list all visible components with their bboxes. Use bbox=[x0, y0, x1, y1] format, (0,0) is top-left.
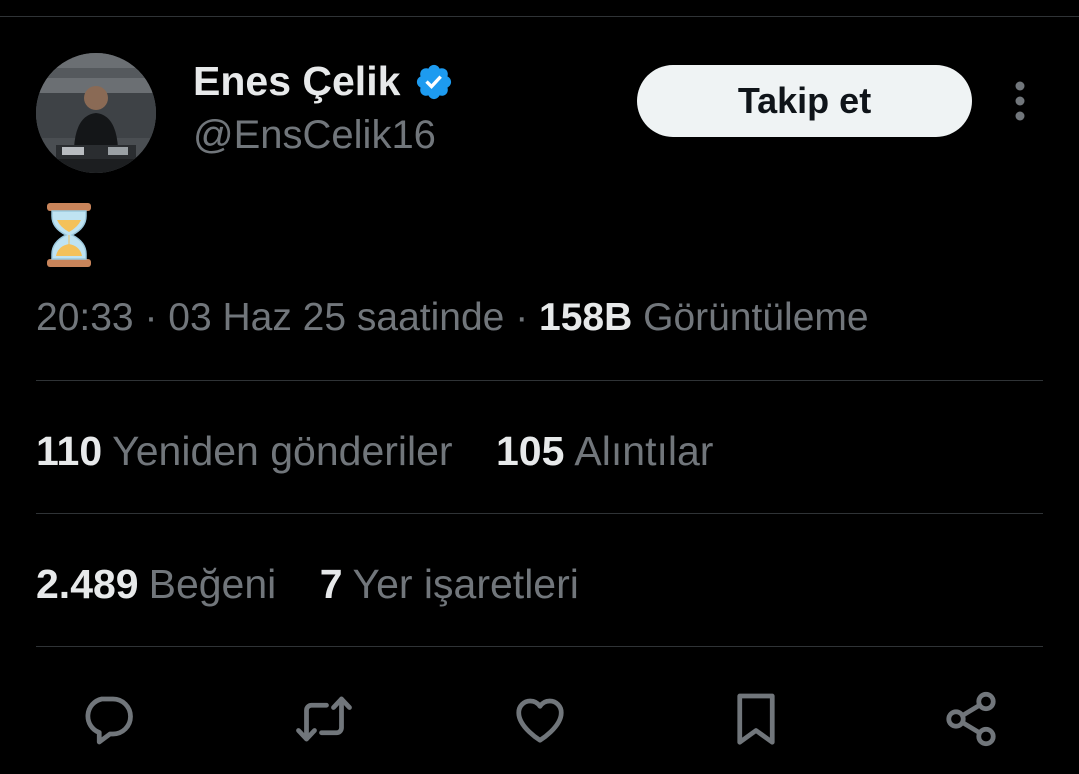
meta-separator: · bbox=[133, 296, 169, 339]
likes-label: Beğeni bbox=[148, 561, 277, 607]
quotes-label: Alıntılar bbox=[574, 428, 714, 474]
stats-row-likes: 2.489 Beğeni 7 Yer işaretleri bbox=[36, 561, 611, 608]
like-icon bbox=[516, 698, 564, 743]
avatar-image bbox=[36, 53, 156, 173]
stats-row-reposts: 110 Yeniden gönderiler 105 Alıntılar bbox=[36, 428, 745, 475]
top-divider bbox=[0, 16, 1079, 17]
quotes-count: 105 bbox=[496, 428, 565, 474]
like-button[interactable] bbox=[510, 689, 570, 749]
reposts-count: 110 bbox=[36, 428, 103, 474]
bookmark-button[interactable] bbox=[726, 689, 786, 749]
reposts-label: Yeniden gönderiler bbox=[112, 428, 453, 474]
hourglass-emoji-icon bbox=[47, 203, 91, 267]
tweet-text bbox=[44, 202, 94, 268]
reposts-stat[interactable]: 110 Yeniden gönderiler bbox=[36, 428, 453, 475]
tweet-date[interactable]: 03 Haz 25 saatinde bbox=[168, 296, 504, 339]
retweet-button[interactable] bbox=[294, 689, 354, 749]
tweet-meta: 20:33 · 03 Haz 25 saatinde · 158B Görünt… bbox=[36, 296, 869, 340]
retweet-icon bbox=[296, 696, 352, 742]
more-options-icon[interactable] bbox=[1004, 80, 1036, 122]
divider bbox=[36, 380, 1043, 381]
likes-count: 2.489 bbox=[36, 561, 139, 607]
verified-badge-icon bbox=[417, 64, 452, 99]
bookmarks-stat[interactable]: 7 Yer işaretleri bbox=[320, 561, 579, 608]
tweet-time[interactable]: 20:33 bbox=[36, 296, 134, 339]
bookmarks-label: Yer işaretleri bbox=[352, 561, 579, 607]
author-name: Enes Çelik bbox=[193, 58, 401, 104]
follow-button[interactable]: Takip et bbox=[637, 65, 972, 137]
share-icon bbox=[946, 691, 996, 747]
divider bbox=[36, 646, 1043, 647]
author-name-row[interactable]: Enes Çelik bbox=[193, 58, 454, 105]
bookmark-icon bbox=[737, 693, 775, 745]
bookmarks-count: 7 bbox=[319, 561, 343, 607]
views-count: 158B bbox=[539, 296, 633, 339]
views-label: Görüntüleme bbox=[643, 296, 869, 339]
likes-stat[interactable]: 2.489 Beğeni bbox=[36, 561, 276, 608]
avatar[interactable] bbox=[36, 53, 156, 173]
divider bbox=[36, 513, 1043, 514]
meta-separator: · bbox=[504, 296, 540, 339]
reply-icon bbox=[85, 696, 133, 745]
author-handle[interactable]: @EnsCelik16 bbox=[193, 113, 436, 158]
share-button[interactable] bbox=[941, 689, 1001, 749]
reply-button[interactable] bbox=[78, 689, 138, 749]
quotes-stat[interactable]: 105 Alıntılar bbox=[496, 428, 713, 475]
